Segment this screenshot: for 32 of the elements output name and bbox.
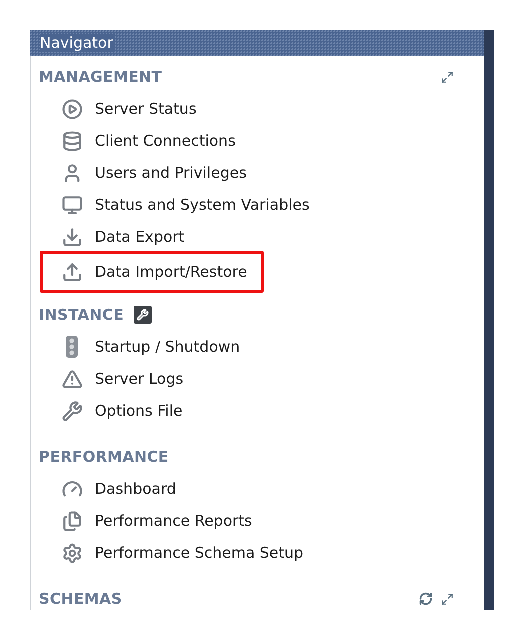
play-circle-icon — [62, 98, 82, 120]
traffic-light-icon — [65, 336, 79, 358]
section-heading: SCHEMAS — [39, 590, 122, 608]
panel-title: Navigator — [40, 34, 116, 52]
monitor-icon — [62, 194, 82, 216]
upload-icon — [62, 262, 82, 282]
expand-icon[interactable] — [441, 70, 454, 84]
download-icon — [62, 226, 82, 248]
navigator-item[interactable]: Data Export — [40, 221, 202, 253]
documents-icon — [62, 510, 82, 532]
navigator-item[interactable]: Server Logs — [40, 363, 201, 395]
refresh-icon[interactable] — [419, 592, 433, 606]
warning-icon — [62, 368, 82, 390]
gear-icon — [62, 542, 82, 564]
navigator-item[interactable]: Users and Privileges — [40, 157, 264, 189]
navigator-item[interactable]: Dashboard — [40, 473, 194, 505]
navigator-item[interactable]: Performance Reports — [40, 505, 270, 537]
section-heading: PERFORMANCE — [39, 448, 169, 466]
navigator-item[interactable]: Server Status — [40, 93, 214, 125]
navigator-item[interactable]: Options File — [40, 395, 200, 427]
section-heading: MANAGEMENT — [39, 68, 162, 86]
wrench-icon[interactable] — [134, 306, 152, 324]
navigator-item[interactable]: Data Import/Restore — [40, 251, 264, 293]
navigator-item[interactable]: Status and System Variables — [40, 189, 327, 221]
gauge-icon — [62, 478, 82, 500]
section-heading: INSTANCE — [39, 306, 124, 324]
expand-icon[interactable] — [441, 592, 454, 606]
navigator-item[interactable]: Startup / Shutdown — [40, 331, 258, 363]
wrench-icon — [62, 400, 82, 422]
navigator-item[interactable]: Client Connections — [40, 125, 253, 157]
navigator-item[interactable]: Performance Schema Setup — [40, 537, 321, 569]
database-icon — [62, 130, 82, 152]
